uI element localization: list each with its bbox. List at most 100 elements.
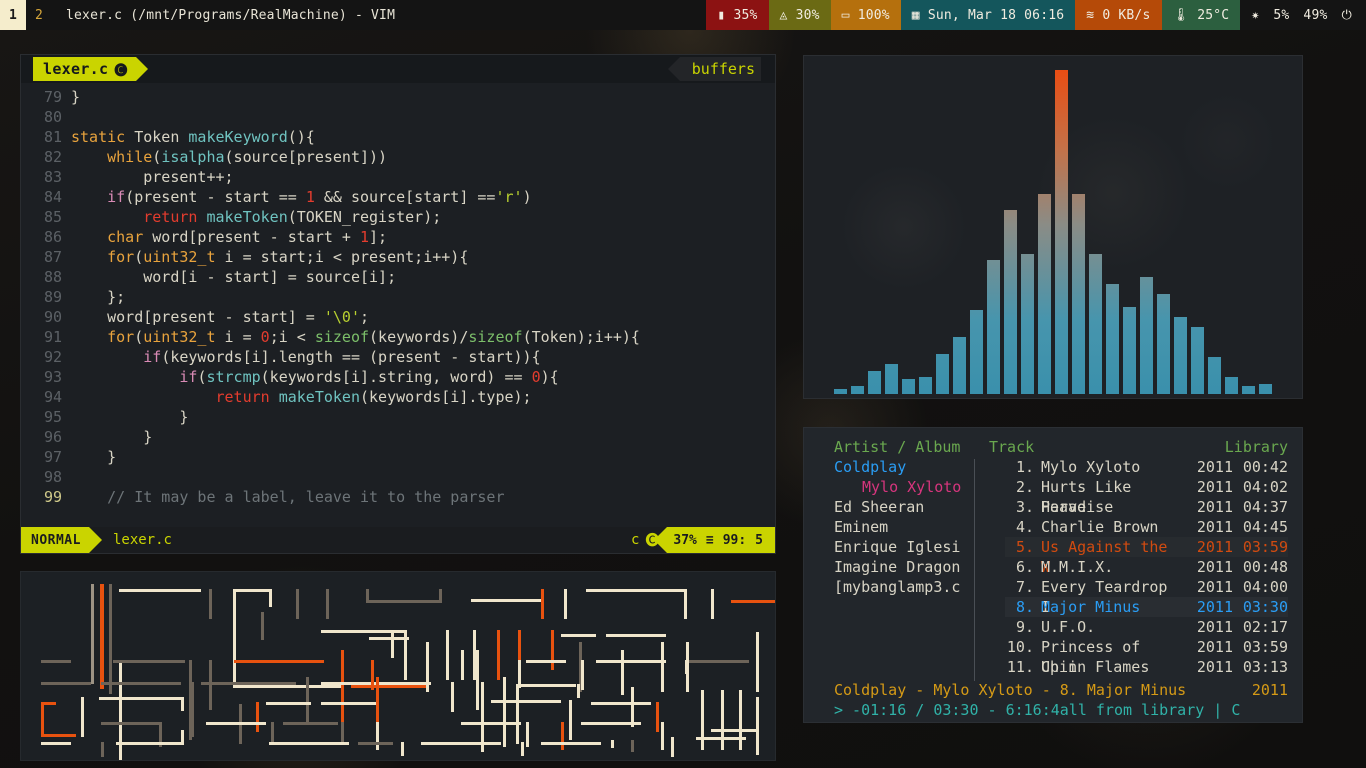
track-number: 2. xyxy=(1005,477,1041,497)
track-list-item[interactable]: 1.Mylo Xyloto201100:42 xyxy=(1005,457,1288,477)
track-duration: 00:42 xyxy=(1233,457,1288,477)
pipe-segment xyxy=(564,589,567,619)
track-list-item[interactable]: 9.U.F.O.201102:17 xyxy=(1005,617,1288,637)
track-year: 2011 xyxy=(1183,557,1233,577)
line-content: word[present - start] = '\0'; xyxy=(71,307,775,327)
workspace-1[interactable]: 1 xyxy=(0,0,26,30)
track-list-item[interactable]: 8.Major Minus201103:30 xyxy=(1005,597,1288,617)
code-editor[interactable]: 79}8081static Token makeKeyword(){82 whi… xyxy=(21,83,775,525)
buffers-label[interactable]: buffers xyxy=(680,57,761,81)
spectrum-bar xyxy=(1089,254,1102,394)
pipe-segment xyxy=(476,650,479,710)
track-year: 2011 xyxy=(1183,577,1233,597)
track-list-item[interactable]: 11.Up in Flames201103:13 xyxy=(1005,657,1288,677)
lines-icon: ≡ xyxy=(706,533,714,548)
line-number: 86 xyxy=(21,227,71,247)
artist-list-item[interactable]: Ed Sheeran xyxy=(834,497,989,517)
track-list[interactable]: 1.Mylo Xyloto201100:422.Hurts Like Heave… xyxy=(989,457,1288,677)
track-list-item[interactable]: 10.Princess of Chin201103:59 xyxy=(1005,637,1288,657)
pipe-segment xyxy=(591,702,651,705)
artist-list[interactable]: ColdplayMylo XylotoEd SheeranEminemEnriq… xyxy=(834,457,989,677)
pipe-segment xyxy=(596,660,666,663)
network-segment[interactable]: ≋ 0 KB/s xyxy=(1075,0,1161,30)
track-name: Hurts Like Heave xyxy=(1041,477,1183,497)
track-list-item[interactable]: 5.Us Against the W201103:59 xyxy=(1005,537,1288,557)
track-year: 2011 xyxy=(1183,457,1233,477)
spectrum-bar xyxy=(1191,327,1204,394)
battery-icon: ▮ xyxy=(717,9,725,22)
power-icon[interactable]: ⏻ xyxy=(1342,9,1352,22)
pipe-segment xyxy=(521,742,524,756)
memory-value: 49% xyxy=(1303,8,1327,23)
workspace-2[interactable]: 2 xyxy=(26,0,52,30)
track-year: 2011 xyxy=(1183,537,1233,557)
battery-segment[interactable]: ▮ 35% xyxy=(706,0,768,30)
line-content: if(present - start == 1 && source[start]… xyxy=(71,187,775,207)
vim-percent: 37% xyxy=(673,533,696,548)
vim-mode-indicator: NORMAL xyxy=(21,527,89,553)
track-name: Up in Flames xyxy=(1041,657,1183,677)
pipe-segment xyxy=(41,702,44,737)
system-segment: ✷ 5% 49% ⏻ xyxy=(1240,0,1366,30)
pipe-segment xyxy=(696,737,746,740)
spectrum-bar xyxy=(868,371,881,394)
brightness-value: 100% xyxy=(858,8,890,23)
artist-list-item[interactable]: Mylo Xyloto xyxy=(834,477,989,497)
playback-progress-line: > -01:16 / 03:30 - 6:16:4all from librar… xyxy=(804,700,1302,720)
clock-segment[interactable]: ▦ Sun, Mar 18 06:16 xyxy=(901,0,1076,30)
artist-list-item[interactable]: Eminem xyxy=(834,517,989,537)
line-number: 79 xyxy=(21,87,71,107)
track-name: Mylo Xyloto xyxy=(1041,457,1183,477)
line-content: word[i - start] = source[i]; xyxy=(71,267,775,287)
code-line: 97 } xyxy=(21,447,775,467)
track-duration: 04:45 xyxy=(1233,517,1288,537)
track-duration: 00:48 xyxy=(1233,557,1288,577)
brightness-segment[interactable]: ▭ 100% xyxy=(831,0,901,30)
pipe-segment xyxy=(685,660,688,674)
vim-tabline: lexer.c 🅒 buffers xyxy=(21,55,775,83)
spectrum-bar xyxy=(1208,357,1221,394)
track-number: 3. xyxy=(1005,497,1041,517)
vim-position-indicator: 37% ≡ 99: 5 xyxy=(667,527,775,553)
cpu-value: 5% xyxy=(1273,8,1289,23)
artist-list-item[interactable]: Imagine Dragon xyxy=(834,557,989,577)
artist-list-item[interactable]: [mybanglamp3.c xyxy=(834,577,989,597)
header-artist-album: Artist / Album xyxy=(834,437,989,457)
pipe-segment xyxy=(497,630,500,680)
pipe-segment xyxy=(701,690,704,750)
line-number: 84 xyxy=(21,187,71,207)
spectrum-bar xyxy=(885,364,898,394)
pipe-segment xyxy=(526,722,529,747)
tab-label: lexer.c xyxy=(43,60,108,78)
pipe-segment xyxy=(341,722,344,742)
artist-list-item[interactable]: Coldplay xyxy=(834,457,989,477)
volume-segment[interactable]: ◬ 30% xyxy=(769,0,831,30)
volume-value: 30% xyxy=(796,8,820,23)
track-duration: 02:17 xyxy=(1233,617,1288,637)
track-list-item[interactable]: 6.M.M.I.X.201100:48 xyxy=(1005,557,1288,577)
track-list-item[interactable]: 3.Paradise201104:37 xyxy=(1005,497,1288,517)
track-list-item[interactable]: 7.Every Teardrop I201104:00 xyxy=(1005,577,1288,597)
track-list-item[interactable]: 4.Charlie Brown201104:45 xyxy=(1005,517,1288,537)
artist-list-item[interactable]: Enrique Iglesi xyxy=(834,537,989,557)
line-content: return makeToken(keywords[i].type); xyxy=(71,387,775,407)
temperature-segment[interactable]: 🌡 25°C xyxy=(1162,0,1241,30)
line-content: // It may be a label, leave it to the pa… xyxy=(71,487,775,507)
line-number: 94 xyxy=(21,387,71,407)
code-line: 98 xyxy=(21,467,775,487)
pipe-segment xyxy=(321,702,376,705)
pipe-segment xyxy=(271,722,274,742)
code-line: 94 return makeToken(keywords[i].type); xyxy=(21,387,775,407)
pipe-segment xyxy=(731,600,776,603)
vim-window[interactable]: lexer.c 🅒 buffers 79}8081static Token ma… xyxy=(20,54,776,554)
track-list-item[interactable]: 2.Hurts Like Heave201104:02 xyxy=(1005,477,1288,497)
spectrum-bar xyxy=(1004,210,1017,394)
music-player[interactable]: Artist / Album Track Library ColdplayMyl… xyxy=(803,427,1303,723)
pipe-segment xyxy=(569,700,572,740)
thermometer-icon: 🌡 xyxy=(1173,9,1190,22)
pipe-segment xyxy=(181,730,184,745)
tab-lexer-c[interactable]: lexer.c 🅒 xyxy=(33,57,136,81)
line-number: 90 xyxy=(21,307,71,327)
now-playing-year: 2011 xyxy=(1252,680,1288,700)
track-year: 2011 xyxy=(1183,597,1233,617)
